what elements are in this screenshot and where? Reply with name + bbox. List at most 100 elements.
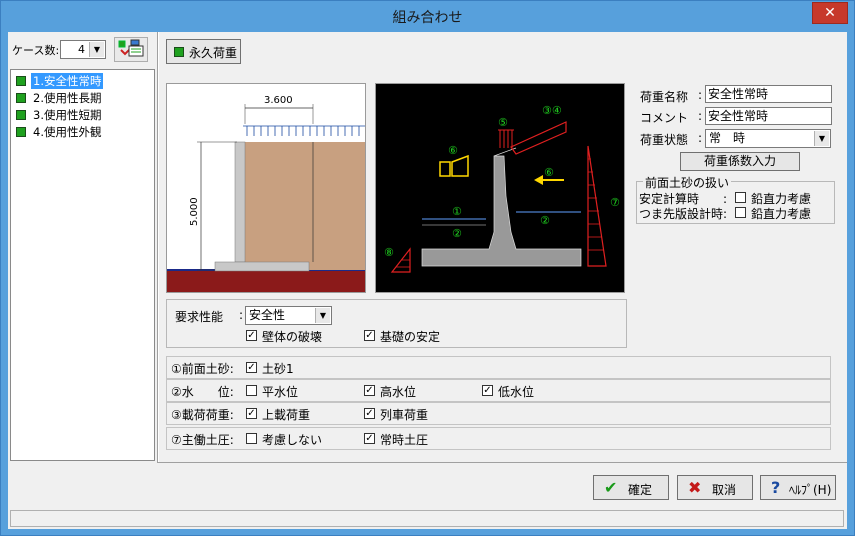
surcharge-row: ③載荷荷重: ✓ 上載荷重 ✓ 列車荷重 [166, 402, 831, 425]
green-square-icon [16, 127, 26, 137]
soil1-checkbox[interactable]: ✓ [246, 362, 257, 373]
row-label: ③載荷荷重: [171, 408, 234, 422]
front-soil-group: 前面土砂の扱い 安定計算時 : 鉛直力考慮 つま先版設計時: 鉛直力考慮 [636, 174, 835, 224]
status-bar [10, 510, 844, 527]
case-item-label: 1.安全性常時 [31, 73, 104, 89]
label-1-bottom: ① [440, 282, 450, 292]
help-icon: ? [771, 478, 781, 497]
load-name-input[interactable]: 安全性常時 [705, 85, 832, 103]
close-button[interactable]: ✕ [812, 2, 848, 24]
required-performance-panel: 要求性能 : 安全性 ▼ ✓ 壁体の破壊 ✓ 基礎の安定 [166, 299, 627, 348]
required-performance-label: 要求性能 [175, 310, 224, 324]
permanent-load-button[interactable]: 永久荷重 [166, 39, 241, 64]
low-water-checkbox[interactable]: ✓ [482, 385, 493, 396]
surcharge-label: 上載荷重 [262, 408, 311, 422]
row-label: ⑦主働土圧: [171, 433, 234, 447]
case-count-select[interactable]: 4 ▼ [60, 40, 106, 59]
normal-pressure-checkbox[interactable]: ✓ [364, 433, 375, 444]
dialog-body: ケース数: 4 ▼ 1.安全性常時 2.使用性長期 3.使用性短期 4.使用性外… [8, 32, 847, 529]
combination-dialog: 組み合わせ ✕ ケース数: 4 ▼ 1.安全性常時 2.使用性長期 3.使用性短… [0, 0, 855, 536]
wall-failure-checkbox[interactable]: ✓ [246, 330, 257, 341]
label-2-left: ② [452, 227, 462, 240]
confirm-label: 確定 [628, 483, 653, 497]
cancel-button[interactable]: ✖ 取消 [677, 475, 753, 500]
add-case-button[interactable] [114, 37, 148, 62]
label-1-left: ① [452, 205, 462, 218]
label-2-right: ② [540, 214, 550, 227]
load-diagram-figure: ③④ ⑤ ⑥ ⑥ ⑦ ① ② ② ⑧ ① [375, 83, 625, 295]
safety-vertical-checkbox[interactable] [735, 192, 746, 203]
case-item-4[interactable]: 4.使用性外観 [14, 124, 152, 140]
green-square-icon [16, 110, 26, 120]
window-title: 組み合わせ [392, 10, 463, 26]
green-square-icon [16, 93, 26, 103]
label-6-right: ⑥ [544, 166, 554, 179]
chevron-down-icon[interactable]: ▼ [89, 42, 104, 57]
train-load-checkbox[interactable]: ✓ [364, 408, 375, 419]
foundation-stability-checkbox[interactable]: ✓ [364, 330, 375, 341]
front-soil-row: ①前面土砂: ✓ 土砂1 [166, 356, 831, 379]
close-icon: ✖ [688, 478, 702, 497]
required-performance-value: 安全性 [249, 308, 286, 322]
toe-vertical-checkbox[interactable] [735, 207, 746, 218]
colon: : [698, 88, 703, 102]
surcharge-checkbox[interactable]: ✓ [246, 408, 257, 419]
label-6-left: ⑥ [448, 144, 458, 157]
colon: : [239, 308, 244, 322]
divider [157, 462, 847, 463]
low-water-label: 低水位 [498, 385, 535, 399]
title-bar: 組み合わせ ✕ [1, 1, 854, 31]
cancel-label: 取消 [712, 483, 737, 497]
train-load-label: 列車荷重 [380, 408, 429, 422]
case-item-3[interactable]: 3.使用性短期 [14, 107, 152, 123]
chevron-down-icon[interactable]: ▼ [315, 308, 330, 323]
no-consider-label: 考慮しない [262, 433, 323, 447]
confirm-button[interactable]: ✔ 確定 [593, 475, 669, 500]
case-item-label: 2.使用性長期 [33, 91, 102, 105]
load-name-label: 荷重名称 [640, 90, 689, 104]
required-performance-select[interactable]: 安全性 ▼ [245, 306, 332, 325]
wall-section-figure: 3.600 5.000 [166, 83, 366, 293]
label-8: ⑧ [384, 246, 394, 259]
panel-splitter[interactable] [157, 32, 159, 462]
comment-label: コメント [640, 111, 689, 125]
active-pressure-row: ⑦主働土圧: 考慮しない ✓ 常時土圧 [166, 427, 831, 450]
case-item-1[interactable]: 1.安全性常時 [14, 73, 152, 89]
soil1-label: 土砂1 [262, 362, 294, 376]
load-state-label: 荷重状態 [640, 133, 689, 147]
check-icon: ✔ [604, 478, 618, 497]
green-square-icon [174, 47, 184, 57]
normal-water-checkbox[interactable] [246, 385, 257, 396]
comment-input[interactable]: 安全性常時 [705, 107, 832, 125]
water-level-row: ②水 位: 平水位 ✓ 高水位 ✓ 低水位 [166, 379, 831, 402]
no-consider-checkbox[interactable] [246, 433, 257, 444]
high-water-checkbox[interactable]: ✓ [364, 385, 375, 396]
front-soil-title: 前面土砂の扱い [643, 174, 732, 191]
load-state-value: 常 時 [709, 131, 746, 145]
case-item-label: 4.使用性外観 [33, 125, 102, 139]
case-count-value: 4 [78, 43, 85, 56]
normal-water-label: 平水位 [262, 385, 299, 399]
add-case-icon [118, 39, 144, 57]
chevron-down-icon[interactable]: ▼ [814, 131, 829, 146]
case-count-label: ケース数: [12, 44, 60, 57]
height-dimension: 5.000 [189, 197, 200, 226]
colon: : [698, 109, 703, 123]
load-state-select[interactable]: 常 時 ▼ [705, 129, 831, 148]
wall-failure-label: 壁体の破壊 [262, 330, 323, 344]
help-button[interactable]: ? ﾍﾙﾌﾟ(H) [760, 475, 836, 500]
foundation-stability-label: 基礎の安定 [380, 330, 441, 344]
toe-design-label: つま先版設計時: [639, 207, 728, 221]
high-water-label: 高水位 [380, 385, 417, 399]
colon: : [698, 131, 703, 145]
label-3-4: ③④ [542, 104, 562, 117]
green-square-icon [16, 76, 26, 86]
permanent-load-label: 永久荷重 [189, 46, 238, 60]
label-5: ⑤ [498, 116, 508, 129]
row-label: ②水 位: [171, 385, 234, 399]
load-coefficient-button[interactable]: 荷重係数入力 [680, 152, 800, 171]
help-label: ﾍﾙﾌﾟ(H) [789, 483, 832, 497]
case-item-label: 3.使用性短期 [33, 108, 102, 122]
case-item-2[interactable]: 2.使用性長期 [14, 90, 152, 106]
normal-pressure-label: 常時土圧 [380, 433, 429, 447]
